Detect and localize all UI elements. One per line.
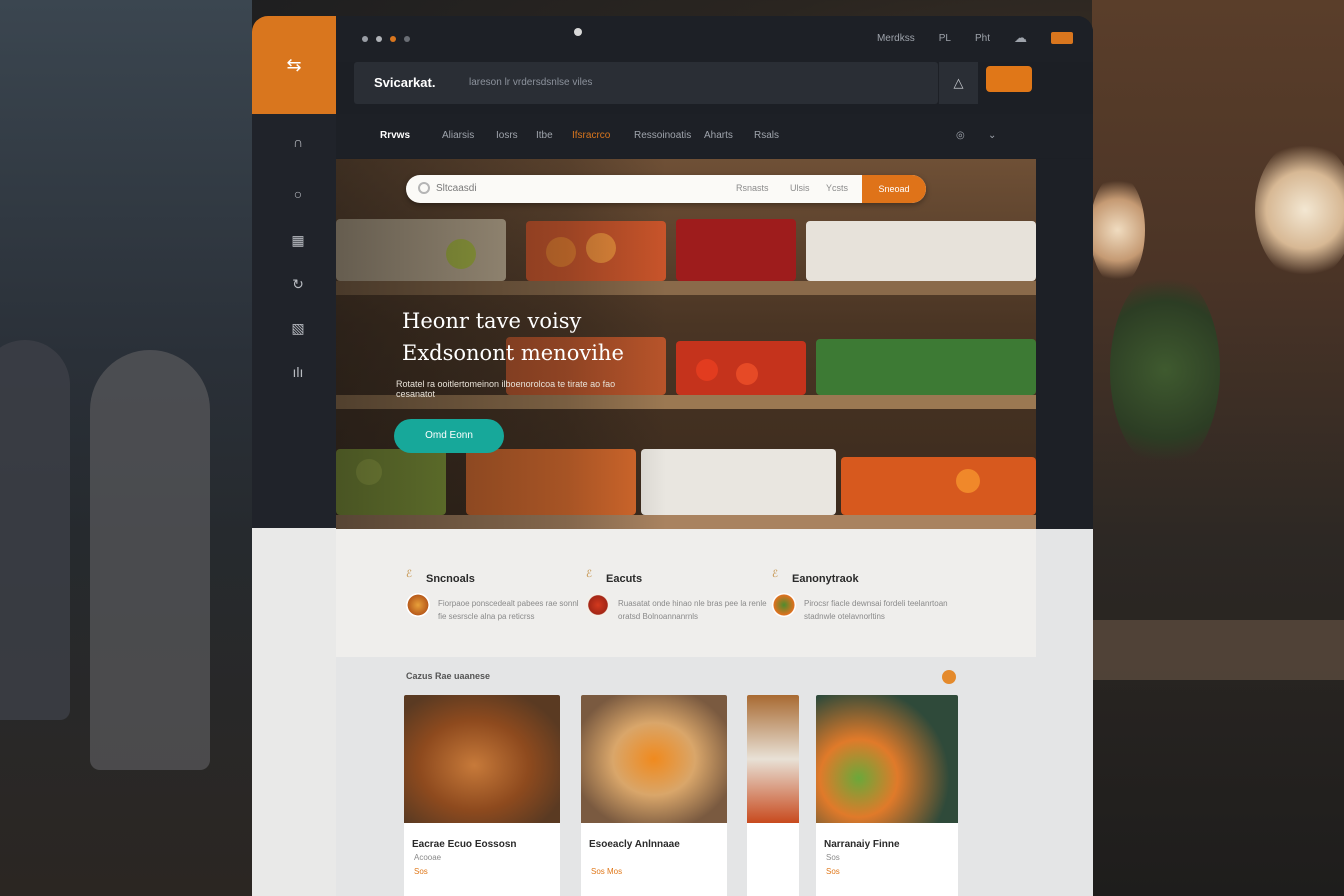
leaf-icon: ℰ — [772, 569, 779, 580]
nav-item[interactable]: Rrvws — [380, 130, 410, 141]
refresh-icon[interactable]: ↻ — [288, 274, 308, 294]
feature-desc: Fiorpaoe ponscedealt pabees rae sonnl fi… — [438, 599, 579, 621]
card-image — [747, 695, 799, 823]
top-links: Merdkss PL Pht ☁ — [877, 30, 1073, 46]
features-band: ℰ Sncnoals Fiorpaoe ponscedealt pabees r… — [336, 529, 1036, 657]
listing-section: Cazus Rae uaanese Eacrae Ecuo Eossosn Ac… — [336, 657, 1093, 896]
crate — [641, 449, 836, 515]
search-filter[interactable]: Ycsts — [826, 183, 848, 193]
grid-icon[interactable]: ▦ — [288, 230, 308, 250]
background-person — [0, 340, 70, 720]
nav-item[interactable]: Rsals — [754, 130, 779, 141]
more-icon[interactable] — [942, 670, 956, 684]
nav-item[interactable]: Itbe — [536, 130, 553, 141]
card-title: Eacrae Ecuo Eossosn — [412, 839, 517, 850]
menu-icon[interactable]: ⇆ — [252, 16, 336, 114]
salad-icon — [772, 593, 796, 617]
bell-icon[interactable]: △ — [938, 62, 978, 104]
search-button[interactable]: Sneoad — [862, 175, 926, 203]
background-counter — [1092, 620, 1344, 680]
card-price: Sos — [414, 867, 428, 876]
sidebar-lower — [252, 528, 336, 896]
background-lamp — [1255, 140, 1344, 280]
card-image — [404, 695, 560, 823]
right-strip — [1036, 529, 1093, 896]
tablet-device: ⇆ ∩ ○ ▦ ↻ ▧ ılı Merdkss PL Pht ☁ Svicark… — [252, 16, 1093, 896]
top-link[interactable]: Pht — [975, 33, 990, 44]
window-dot — [362, 36, 368, 42]
card-title: Narranaiy Finne — [824, 839, 900, 850]
window-dot — [376, 36, 382, 42]
hero-title-line: Exdsonont menovihe — [402, 341, 624, 365]
card-title: Esoeacly Anlnnaae — [589, 839, 680, 850]
help-icon[interactable]: ◎ — [956, 130, 965, 141]
hero-right-edge — [1036, 159, 1093, 529]
crate — [841, 457, 1036, 515]
top-cta-button[interactable] — [986, 66, 1032, 92]
crate — [816, 339, 1036, 395]
section-title: Cazus Rae uaanese — [406, 671, 491, 681]
notification-badge[interactable] — [1051, 32, 1073, 44]
image-icon[interactable]: ▧ — [288, 318, 308, 338]
leaf-icon: ℰ — [406, 569, 413, 580]
hero-subtitle: Rotatel ra ooitlertomeinon ilboenorolcoa… — [396, 379, 616, 399]
search-input[interactable]: Sltcaasdi — [436, 183, 477, 194]
brand-tagline: lareson lr vrdersdsnlse viles — [469, 77, 593, 88]
search-bar[interactable]: Sltcaasdi Rsnasts Ulsis Ycsts ◎ Sneoad — [406, 175, 926, 203]
top-link[interactable]: PL — [939, 33, 951, 44]
card-image — [816, 695, 958, 823]
feature-title: Sncnoals — [426, 573, 475, 585]
background-plant — [1110, 270, 1220, 470]
food-icon — [406, 593, 430, 617]
crate — [806, 221, 1036, 281]
leaf-icon: ℰ — [586, 569, 593, 580]
window-dot — [404, 36, 410, 42]
crate — [676, 219, 796, 281]
sidebar: ⇆ ∩ ○ ▦ ↻ ▧ ılı — [252, 16, 336, 896]
headphones-icon[interactable]: ∩ — [288, 132, 308, 152]
background-lamp — [1090, 175, 1145, 285]
feature-desc: Ruasatat onde hinao nle bras pee la renl… — [618, 599, 767, 621]
search-filter[interactable]: Ulsis — [790, 183, 810, 193]
user-icon[interactable]: ⌄ — [988, 130, 996, 141]
background-person — [90, 350, 210, 770]
window-dots — [362, 36, 410, 42]
food-card[interactable]: Narranaiy Finne Sos Sos — [816, 695, 958, 896]
search-icon[interactable]: ○ — [288, 184, 308, 204]
food-card[interactable] — [747, 695, 799, 896]
search-filter[interactable]: Rsnasts — [736, 183, 769, 193]
cloud-icon[interactable]: ☁ — [1014, 30, 1027, 46]
brand-name: Svicarkat. — [374, 75, 436, 90]
nav-item[interactable]: Aliarsis — [442, 130, 474, 141]
search-icon — [418, 182, 430, 194]
food-card[interactable]: Esoeacly Anlnnaae Sos Mos — [581, 695, 727, 896]
card-image — [581, 695, 727, 823]
hero-banner: Sltcaasdi Rsnasts Ulsis Ycsts ◎ Sneoad H… — [336, 159, 1036, 529]
top-bar: Merdkss PL Pht ☁ — [336, 16, 1093, 62]
hero-title-line: Heonr tave voisy — [402, 309, 582, 333]
card-price: Sos — [826, 867, 840, 876]
chart-icon[interactable]: ılı — [288, 362, 308, 382]
card-meta: Acooae — [414, 853, 442, 862]
card-meta: Sos — [826, 853, 840, 862]
produce — [956, 469, 980, 493]
nav-item[interactable]: Ifsracrco — [572, 130, 610, 141]
main-nav: Rrvws Aliarsis Iosrs Itbe Ifsracrco Ress… — [336, 114, 1093, 158]
feature-title: Eacuts — [606, 573, 643, 585]
produce — [736, 363, 758, 385]
camera — [574, 28, 582, 36]
hero-title: Heonr tave voisy Exdsonont menovihe — [402, 305, 722, 369]
card-price: Sos Mos — [591, 867, 623, 876]
bowl-icon — [586, 593, 610, 617]
nav-item[interactable]: Aharts — [704, 130, 733, 141]
address-bar[interactable]: Svicarkat. lareson lr vrdersdsnlse viles — [354, 62, 938, 104]
window-dot — [390, 36, 396, 42]
feature-title: Eanonytraok — [792, 573, 859, 585]
nav-item[interactable]: Iosrs — [496, 130, 518, 141]
feature-desc: Pirocsr fiacle dewnsai fordeli teelanrto… — [804, 599, 948, 621]
top-link[interactable]: Merdkss — [877, 33, 915, 44]
nav-item[interactable]: Ressoinoatis — [634, 130, 691, 141]
hero-cta-button[interactable]: Omd Eonn — [394, 419, 504, 453]
food-card[interactable]: Eacrae Ecuo Eossosn Acooae Sos — [404, 695, 560, 896]
